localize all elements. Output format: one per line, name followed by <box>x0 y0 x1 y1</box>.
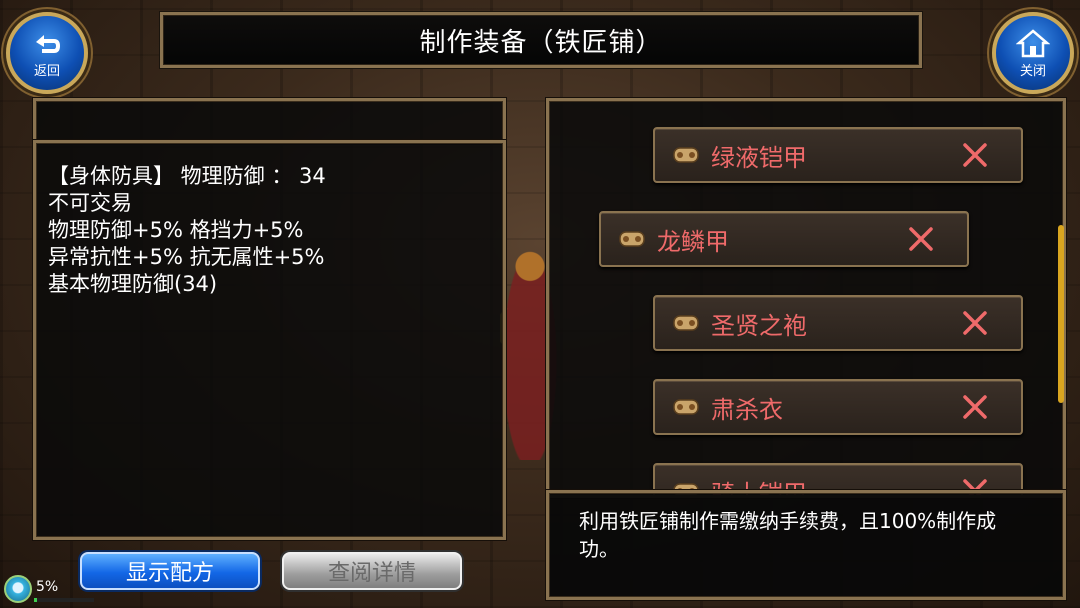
home-icon <box>1016 28 1050 57</box>
item-info-line: 基本物理防御(34) <box>48 272 218 296</box>
close-x-icon <box>963 395 987 419</box>
item-info-line: 异常抗性+5% 抗无属性+5% <box>48 245 325 269</box>
status-progress-fill <box>34 598 37 602</box>
item-info-line: 不可交易 <box>48 191 132 215</box>
status-progress-bar <box>34 598 94 602</box>
scroll-icon <box>673 399 699 415</box>
close-label: 关闭 <box>1019 63 1046 79</box>
close-x-icon <box>909 227 933 251</box>
scroll-icon <box>619 231 645 247</box>
recipe-name: 圣贤之袍 <box>711 311 807 340</box>
recipe-item[interactable]: 圣贤之袍 <box>653 295 1023 351</box>
scroll-icon <box>673 315 699 331</box>
title-bar: 制作装备（铁匠铺） <box>160 12 922 68</box>
close-button[interactable]: 关闭 <box>992 12 1074 94</box>
recipe-list-scrollbar[interactable] <box>1058 225 1064 403</box>
recipe-item[interactable]: 绿液铠甲 <box>653 127 1023 183</box>
message-panel: 利用铁匠铺制作需缴纳手续费，且100%制作成功。 <box>546 490 1066 600</box>
recipe-item-selected[interactable]: 龙鳞甲 <box>599 211 969 267</box>
item-info-line: 【身体防具】 物理防御 ： 34 <box>48 164 326 188</box>
item-info-panel: 【身体防具】 物理防御 ： 34 不可交易 物理防御+5% 格挡力+5% 异常抗… <box>33 140 506 540</box>
recipe-item[interactable]: 肃杀衣 <box>653 379 1023 435</box>
item-info-line: 物理防御+5% 格挡力+5% <box>48 218 304 242</box>
back-label: 返回 <box>33 63 60 79</box>
message-text: 利用铁匠铺制作需缴纳手续费，且100%制作成功。 <box>579 509 997 561</box>
return-arrow-icon <box>36 34 60 53</box>
item-info-header <box>33 98 506 144</box>
recipe-name: 绿液铠甲 <box>711 143 807 172</box>
close-x-icon <box>963 311 987 335</box>
status-percent: 5% <box>36 579 59 595</box>
scroll-icon <box>673 147 699 163</box>
status-orb-icon <box>4 575 32 603</box>
recipe-name: 肃杀衣 <box>711 395 783 424</box>
back-button[interactable]: 返回 <box>6 12 88 94</box>
page-title: 制作装备（铁匠铺） <box>419 27 663 58</box>
view-details-button[interactable]: 查阅详情 <box>282 552 462 590</box>
recipe-list-panel: 绿液铠甲 龙鳞甲 圣贤之袍 肃杀衣 骑士铠甲 <box>546 98 1066 498</box>
show-recipe-button[interactable]: 显示配方 <box>80 552 260 590</box>
close-x-icon <box>963 143 987 167</box>
recipe-name: 龙鳞甲 <box>657 227 729 256</box>
